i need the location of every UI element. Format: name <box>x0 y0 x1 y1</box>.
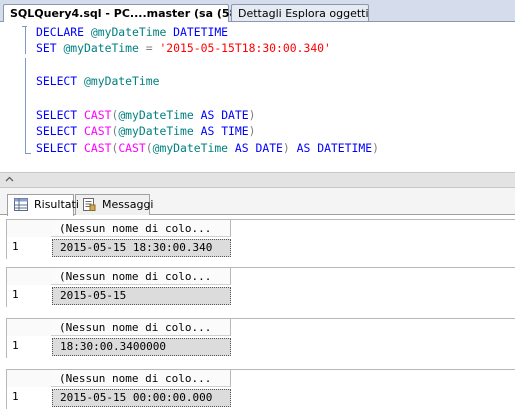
outline-end-marker <box>25 153 31 154</box>
row-number[interactable]: 1 <box>7 237 51 257</box>
row-header-corner[interactable] <box>7 268 51 285</box>
result-tab-strip: Risultati Messaggi <box>0 188 515 216</box>
tab-messages[interactable]: Messaggi <box>75 194 154 215</box>
document-tab-strip: SQLQuery4.sql - PC....master (sa (58))* … <box>0 0 515 22</box>
result-cell[interactable]: 18:30:00.3400000 <box>52 338 231 356</box>
tab-object-explorer-details[interactable]: Dettagli Esplora oggetti <box>231 4 369 21</box>
code-line-4: SELECT CAST(@myDateTime AS DATE) <box>36 108 256 122</box>
outline-collapse-marker <box>22 26 27 28</box>
column-header[interactable]: (Nessun nome di colo... <box>51 220 231 237</box>
tab-results-label: Risultati <box>34 198 79 211</box>
tab-results[interactable]: Risultati <box>7 194 79 216</box>
row-number[interactable]: 1 <box>7 336 51 356</box>
row-number[interactable]: 1 <box>7 285 51 305</box>
column-header[interactable]: (Nessun nome di colo... <box>51 268 231 285</box>
tab-sqlquery4[interactable]: SQLQuery4.sql - PC....master (sa (58))* <box>3 4 253 22</box>
result-cell[interactable]: 2015-05-15 <box>52 287 231 305</box>
pane-splitter[interactable] <box>0 172 515 188</box>
code-line-6: SELECT CAST(CAST(@myDateTime AS DATE) AS… <box>36 141 379 155</box>
result-set-2: (Nessun nome di colo... 1 2015-05-15 <box>6 267 515 307</box>
messages-icon <box>83 198 96 211</box>
code-line-1: DECLARE @myDateTime DATETIME <box>36 25 229 39</box>
code-line-5: SELECT CAST(@myDateTime AS TIME) <box>36 124 256 138</box>
column-header[interactable]: (Nessun nome di colo... <box>51 370 231 387</box>
tab-messages-label: Messaggi <box>102 198 154 211</box>
column-header[interactable]: (Nessun nome di colo... <box>51 319 231 336</box>
row-header-corner[interactable] <box>7 319 51 336</box>
row-header-corner[interactable] <box>7 370 51 387</box>
row-number[interactable]: 1 <box>7 387 51 407</box>
code-line-3: SELECT @myDateTime <box>36 74 160 88</box>
result-set-1: (Nessun nome di colo... 1 2015-05-15 18:… <box>6 219 515 259</box>
query-editor[interactable]: DECLARE @myDateTime DATETIME SET @myDate… <box>0 22 515 172</box>
results-pane: (Nessun nome di colo... 1 2015-05-15 18:… <box>0 215 515 416</box>
result-set-4: (Nessun nome di colo... 1 2015-05-15 00:… <box>6 369 515 409</box>
chevron-up-icon[interactable] <box>5 175 14 184</box>
row-header-corner[interactable] <box>7 220 51 237</box>
code-line-2: SET @myDateTime = '2015-05-15T18:30:00.3… <box>36 41 331 55</box>
result-set-3: (Nessun nome di colo... 1 18:30:00.34000… <box>6 318 515 358</box>
grid-icon <box>14 198 28 211</box>
result-cell[interactable]: 2015-05-15 18:30:00.340 <box>52 239 231 257</box>
result-cell[interactable]: 2015-05-15 00:00:00.000 <box>52 389 231 407</box>
outline-bracket <box>25 58 26 154</box>
outline-bracket <box>25 26 26 54</box>
